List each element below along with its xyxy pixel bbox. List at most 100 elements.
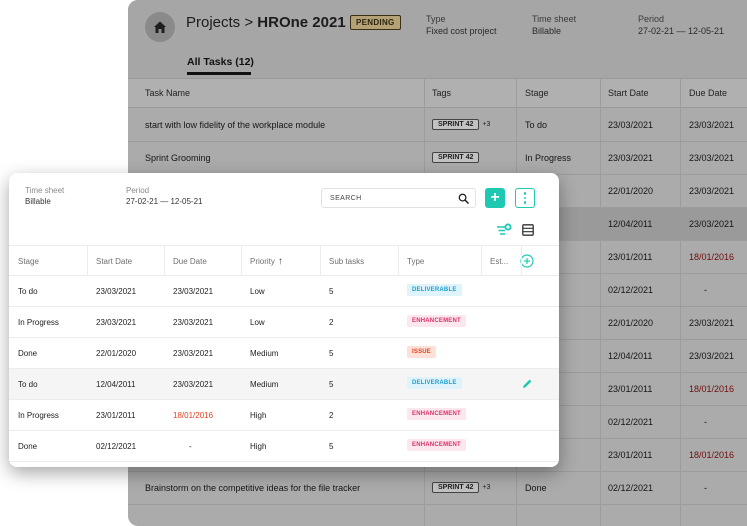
subtasks-cell: 2 [329,318,334,327]
more-tags-count[interactable]: +3 [482,484,490,491]
priority-cell: High [250,411,267,420]
filter-add-icon[interactable] [496,223,512,237]
start-date-cell: 12/04/2011 [608,351,653,361]
column-divider [398,245,399,276]
sort-ascending-icon[interactable]: ↑ [278,257,283,267]
priority-cell: High [250,442,267,451]
start-date-cell: 23/03/2021 [608,153,654,163]
column-divider [521,245,522,276]
type-badge: ENHANCEMENT [407,315,466,327]
column-divider [481,245,482,276]
column-stage[interactable]: Stage [525,88,549,98]
dot-icon [523,201,527,204]
stage-cell: Done [525,483,547,493]
task-detail-card: Time sheet Billable Period 27-02-21 — 12… [9,173,559,467]
start-date-cell: 23/03/2021 [96,318,137,327]
tags-cell[interactable]: SPRINT 42 +3 [432,118,490,130]
column-due-date[interactable]: Due Date [173,257,207,266]
task-table-header: Task Name Tags Stage Start Date Due Date [128,78,747,108]
task-row[interactable]: start with low fidelity of the workplace… [128,109,747,142]
table-row[interactable]: Done 02/12/2021 - High 5 ENHANCEMENT [9,431,559,462]
start-date-cell: 02/12/2021 [608,483,654,493]
type-badge: ISSUE [407,346,437,358]
start-date-cell: 22/01/2020 [608,186,654,196]
priority-cell: Low [250,287,265,296]
add-column-icon[interactable] [520,254,534,268]
active-tab-indicator [187,72,251,75]
project-name: HROne 2021 [257,14,346,31]
due-date-cell: 23/03/2021 [689,186,735,196]
due-date-cell: 18/01/2016 [689,384,735,394]
due-date-cell: 23/03/2021 [689,153,735,163]
table-row[interactable]: To do 23/03/2021 23/03/2021 Low 5 DELIVERABLE [9,276,559,307]
column-tags[interactable]: Tags [432,88,451,98]
task-name: Sprint Grooming [145,153,211,163]
stage-cell: To do [525,120,548,130]
search-input[interactable] [330,192,450,205]
tags-cell[interactable]: SPRINT 42 +3 [432,481,490,493]
card-period: Period 27-02-21 — 12-05-21 [126,186,203,206]
search-icon[interactable] [458,193,469,204]
dot-icon [523,192,527,195]
list-view-icon[interactable] [522,224,534,236]
task-row[interactable]: Sprint Grooming SPRINT 42 In Progress 23/03… [128,142,747,175]
priority-cell: Medium [250,380,279,389]
project-period: Period 27-02-21 — 12-05-21 [638,14,725,36]
add-task-button[interactable]: + [485,188,505,208]
tab-all-tasks[interactable]: All Tasks (12) [187,56,254,68]
sprint-tag[interactable]: SPRINT 42 [432,482,480,493]
project-header: Projects > HROne 2021⌄ PENDING Type Fixe… [128,0,747,78]
table-row[interactable]: In Progress 23/03/2021 23/03/2021 Low 2 ENHAN… [9,307,559,338]
table-row[interactable]: Done 22/01/2020 23/03/2021 Medium 5 ISSUE [9,338,559,369]
subtasks-cell: 5 [329,380,334,389]
sprint-tag[interactable]: SPRINT 42 [432,119,480,130]
column-due-date[interactable]: Due Date [689,88,727,98]
due-date-cell: 23/03/2021 [689,318,735,328]
task-name: Brainstorm on the competitive ideas for … [145,483,361,493]
table-row[interactable]: In Progress 23/01/2011 18/01/2016 High 2 ENHA… [9,400,559,431]
more-options-button[interactable] [515,188,535,208]
task-name: start with low fidelity of the workplace… [145,120,326,130]
column-task-name[interactable]: Task Name [145,88,190,98]
card-table-header: Stage Start Date Due Date Priority ↑ Sub … [9,245,559,276]
start-date-cell: 22/01/2020 [96,349,137,358]
column-estimate[interactable]: Est... [490,257,508,266]
home-button[interactable] [145,12,175,42]
home-icon [154,21,166,33]
stage-cell: To do [18,380,38,389]
project-title[interactable]: Projects > HROne 2021⌄ [186,14,359,31]
sprint-tag[interactable]: SPRINT 42 [432,152,480,163]
due-date-cell: 23/03/2021 [689,351,735,361]
edit-pencil-icon[interactable] [522,378,533,389]
column-start-date[interactable]: Start Date [96,257,132,266]
start-date-cell: 23/01/2011 [608,384,653,394]
due-date-cell: 18/01/2016 [689,450,735,460]
column-divider [241,245,242,276]
column-subtasks[interactable]: Sub tasks [329,257,364,266]
start-date-cell: 12/04/2011 [96,380,136,389]
column-priority[interactable]: Priority ↑ [250,257,283,267]
due-date-cell: 23/03/2021 [173,287,214,296]
dot-icon [523,196,527,200]
due-date-cell: - [704,285,707,295]
task-row[interactable]: Brainstorm on the competitive ideas for … [128,472,747,505]
project-timesheet: Time sheet Billable [532,14,577,36]
breadcrumb-projects[interactable]: Projects > [186,14,253,31]
type-badge: DELIVERABLE [407,284,462,296]
due-date-cell: 23/03/2021 [173,349,214,358]
table-row[interactable]: To do 12/04/2011 23/03/2021 Medium 5 DELIVERA… [9,369,559,400]
subtasks-cell: 5 [329,349,334,358]
start-date-cell: 22/01/2020 [608,318,654,328]
column-start-date[interactable]: Start Date [608,88,649,98]
stage-cell: In Progress [18,411,59,420]
search-field[interactable] [321,188,476,208]
more-tags-count[interactable]: +3 [482,121,490,128]
column-divider [164,245,165,276]
type-badge: DELIVERABLE [407,377,462,389]
project-type: Type Fixed cost project [426,14,497,36]
column-type[interactable]: Type [407,257,424,266]
stage-cell: Done [18,349,38,358]
tags-cell[interactable]: SPRINT 42 [432,151,482,163]
due-date-cell: 23/03/2021 [173,318,214,327]
column-stage[interactable]: Stage [18,257,39,266]
